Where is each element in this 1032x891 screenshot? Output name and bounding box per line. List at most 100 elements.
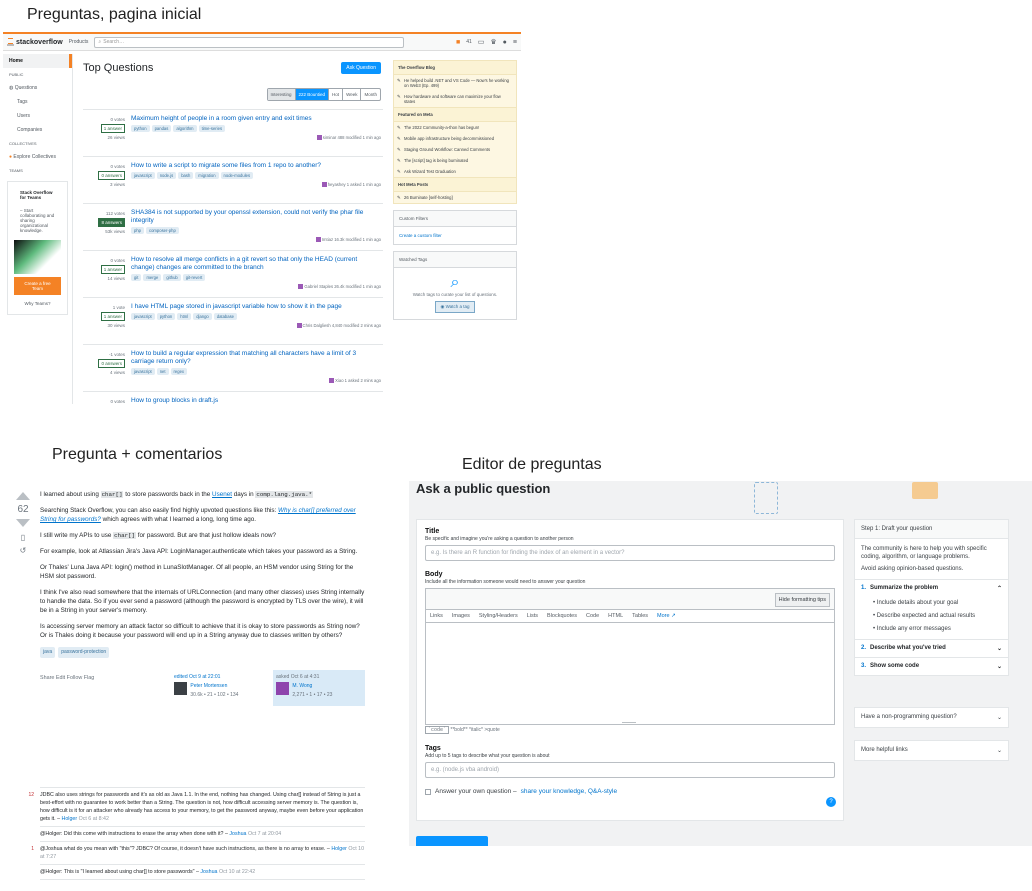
nav-users[interactable]: Users (3, 109, 72, 123)
avatar[interactable] (174, 682, 187, 695)
blog-item[interactable]: How hardware and software can maximize y… (394, 91, 516, 107)
question-user[interactable]: heyashey 1 asked 1 min ago (321, 182, 381, 188)
search-input[interactable]: ⌕ Search… (94, 36, 405, 48)
question-tag[interactable]: javascript (131, 368, 155, 375)
post-actions[interactable]: Share Edit Follow Flag (40, 670, 94, 706)
own-answer-option[interactable]: Answer your own question – share your kn… (425, 788, 835, 795)
editor-name[interactable]: Peter Mortensen (190, 682, 238, 691)
question-title-link[interactable]: I have HTML page stored in javascript va… (131, 303, 381, 311)
review-question-button[interactable] (416, 836, 488, 846)
tip-images[interactable]: Images (452, 613, 470, 619)
question-tag[interactable]: node-modules (220, 172, 254, 179)
nav-home[interactable]: Home (3, 54, 72, 68)
question-tag[interactable]: javascript (131, 313, 155, 320)
nav-questions[interactable]: ◍ Questions (3, 81, 72, 95)
achievements-icon[interactable]: ♛ (490, 38, 496, 46)
own-answer-checkbox[interactable] (425, 788, 431, 795)
ask-question-button[interactable]: Ask Question (341, 62, 381, 74)
question-title-link[interactable]: How to group blocks in draft.js (131, 397, 381, 404)
create-filter-link[interactable]: Create a custom filter (394, 227, 516, 244)
question-user[interactable]: Imtiaz 16.3k modified 1 min ago (315, 237, 381, 243)
tip-code[interactable]: Code (586, 613, 599, 619)
question-tag[interactable]: python (131, 125, 150, 132)
why-teams-link[interactable]: Why Teams? (14, 297, 61, 310)
upvote-icon[interactable] (16, 492, 30, 500)
meta-item[interactable]: The [script] tag is being burninated (394, 155, 516, 166)
question-title-link[interactable]: Maximum height of people in a room given… (131, 115, 381, 123)
question-user[interactable]: Gabriel Staples 26.4k modified 1 min ago (298, 284, 381, 290)
question-tag[interactable]: merge (143, 274, 162, 281)
question-title-link[interactable]: How to resolve all merge conflicts in a … (131, 256, 381, 272)
meta-item[interactable]: The 2022 Community-a-thon has begun! (394, 122, 516, 133)
inbox-icon[interactable]: ▭ (478, 38, 485, 46)
tip-lists[interactable]: Lists (527, 613, 538, 619)
comment-user[interactable]: Joshua (229, 831, 246, 837)
question-user[interactable]: siminar 488 modified 1 min ago (316, 135, 381, 141)
create-team-button[interactable]: Create a free Team (14, 277, 61, 295)
history-icon[interactable]: ↺ (10, 546, 36, 555)
comment-time[interactable]: Oct 10 at 22:42 (219, 869, 255, 875)
tip-blockquotes[interactable]: Blockquotes (547, 613, 577, 619)
watch-tag-button[interactable]: ◉ Watch a tag (435, 301, 475, 313)
question-tag[interactable]: database (213, 313, 237, 320)
tag-password-protection[interactable]: password-protection (58, 647, 110, 658)
nav-tags[interactable]: Tags (3, 95, 72, 109)
comment-user[interactable]: Holger (331, 846, 347, 852)
question-tag[interactable]: algorithm (173, 125, 197, 132)
step-code[interactable]: 3. Show some code ⌄ (855, 657, 1008, 675)
filter-bountied[interactable]: 222 Bountied (294, 89, 329, 100)
question-tag[interactable]: composer-php (146, 227, 179, 234)
filter-hot[interactable]: Hot (328, 89, 342, 100)
nav-explore-collectives[interactable]: ● Explore Collectives (3, 150, 72, 164)
comment-user[interactable]: Joshua (200, 869, 217, 875)
question-tag[interactable]: pandas (151, 125, 172, 132)
question-tag[interactable]: node.js (156, 172, 177, 179)
filter-interesting[interactable]: Interesting (267, 89, 295, 100)
hide-formatting-tips-button[interactable]: Hide formatting tips (774, 593, 830, 607)
tip-styling[interactable]: Styling/Headers (479, 613, 518, 619)
avatar[interactable] (276, 682, 289, 695)
question-tag[interactable]: html (177, 313, 192, 320)
usenet-link[interactable]: Usenet (212, 491, 232, 498)
body-textarea[interactable] (425, 623, 835, 725)
question-title-link[interactable]: SHA384 is not supported by your openssl … (131, 209, 381, 225)
comment-user[interactable]: Holger (62, 816, 78, 822)
tip-links[interactable]: Links (430, 613, 443, 619)
nav-companies[interactable]: Companies (3, 123, 72, 137)
avatar[interactable]: ■ (456, 39, 460, 46)
helpful-links-card[interactable]: More helpful links ⌄ (854, 740, 1009, 761)
downvote-icon[interactable] (16, 519, 30, 527)
question-tag[interactable]: git (131, 274, 142, 281)
question-user[interactable]: Xiao 1 asked 2 mins ago (329, 378, 381, 384)
meta-item[interactable]: Staging Ground Workflow: Canned Comments (394, 144, 516, 155)
question-tag[interactable]: net (156, 368, 169, 375)
question-tag[interactable]: git-revert (182, 274, 206, 281)
comment-time[interactable]: Oct 6 at 8:42 (79, 816, 109, 822)
logo[interactable]: stackoverflow (7, 38, 63, 46)
asker-name[interactable]: M. Wong (292, 682, 332, 691)
question-tag[interactable]: regex (170, 368, 187, 375)
help-icon[interactable]: ? (826, 797, 836, 807)
menu-icon[interactable]: ≡ (513, 39, 517, 46)
step-tried[interactable]: 2. Describe what you've tried ⌄ (855, 639, 1008, 657)
question-tag[interactable]: javascript (131, 172, 155, 179)
non-programming-card[interactable]: Have a non-programming question? ⌄ (854, 707, 1009, 728)
blog-item[interactable]: He helped build .NET and VS Code — Now's… (394, 75, 516, 91)
help-icon[interactable]: ● (503, 39, 507, 46)
question-user[interactable]: Chris Dalgliesh 4,840 modified 2 mins ag… (296, 323, 381, 329)
hot-meta-item[interactable]: 26 Burninate [self-hosting] (394, 192, 516, 203)
title-input[interactable]: e.g. Is there an R function for finding … (425, 545, 835, 561)
comment-time[interactable]: Oct 7 at 20:04 (248, 831, 281, 837)
tip-tables[interactable]: Tables (632, 613, 648, 619)
question-tag[interactable]: php (131, 227, 144, 234)
question-tag[interactable]: github (163, 274, 181, 281)
question-tag[interactable]: bash (178, 172, 194, 179)
bookmark-icon[interactable]: ▯ (10, 533, 36, 542)
resize-grip[interactable] (622, 722, 636, 725)
question-tag[interactable]: time-series (198, 125, 226, 132)
question-tag[interactable]: python (156, 313, 176, 320)
question-tag[interactable]: django (193, 313, 212, 320)
products-link[interactable]: Products (69, 39, 89, 45)
tip-more[interactable]: More ↗ (657, 613, 676, 619)
filter-month[interactable]: Month (360, 89, 380, 100)
